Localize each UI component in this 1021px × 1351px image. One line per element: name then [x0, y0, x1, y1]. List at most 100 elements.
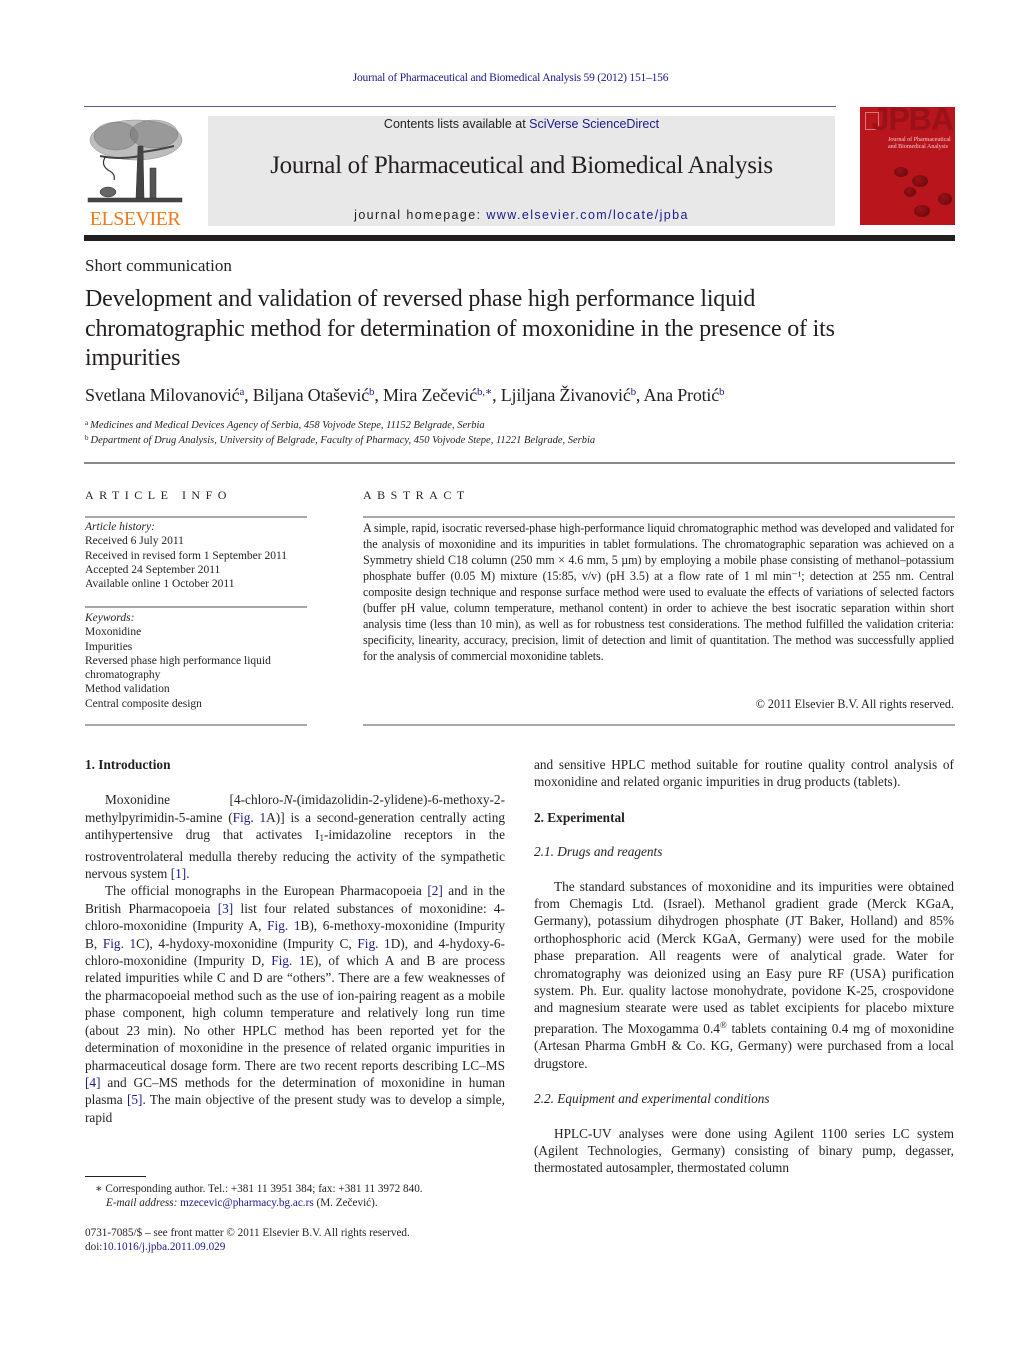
reference-link[interactable]: [3]	[218, 901, 234, 916]
keyword: Impurities	[85, 640, 133, 653]
author-separator: ,	[492, 385, 501, 405]
reference-link[interactable]: [1]	[171, 866, 187, 881]
figure-link[interactable]: Fig. 1	[103, 936, 136, 951]
email-suffix: (M. Zečević).	[313, 1197, 378, 1209]
front-matter-note: 0731-7085/$ – see front matter © 2011 El…	[85, 1227, 410, 1239]
author-affil-mark[interactable]: b,∗	[477, 386, 492, 398]
email-note: E-mail address: mzecevic@pharmacy.bg.ac.…	[85, 1196, 378, 1211]
article-info-bottom-rule	[85, 724, 307, 726]
text-run: The standard substances of moxonidine an…	[534, 878, 954, 1036]
text-run-italic: N	[283, 792, 293, 808]
text-run: . The main objective of the present stud…	[85, 1092, 505, 1125]
section-heading-introduction: 1. Introduction	[85, 757, 171, 772]
article-info-rule	[85, 516, 307, 518]
header-rule	[84, 106, 836, 107]
keyword: Method validation	[85, 683, 170, 696]
author: Ana Protićb	[644, 385, 725, 405]
paragraph: The official monographs in the European …	[85, 882, 505, 1126]
affiliation-text: Department of Drug Analysis, University …	[90, 435, 596, 446]
title-rule	[84, 462, 955, 464]
figure-link[interactable]: Fig. 1	[233, 810, 267, 825]
paragraph: The standard substances of moxonidine an…	[534, 878, 954, 1072]
author-name: Mira Zečević	[382, 385, 477, 405]
section-heading-experimental: 2. Experimental	[534, 809, 625, 825]
cover-tablet-icon	[904, 187, 916, 197]
homepage-prefix: journal homepage:	[354, 208, 487, 222]
publisher-logo[interactable]: ELSEVIER	[84, 116, 186, 230]
author-separator: ,	[374, 385, 383, 405]
article-history: Article history: Received 6 July 2011 Re…	[85, 520, 315, 591]
homepage-link[interactable]: www.elsevier.com/locate/jpba	[486, 208, 688, 222]
cover-subtitle: Journal of Pharmaceutical and Biomedical…	[888, 137, 951, 150]
author-name: Ljiljana Živanović	[500, 385, 631, 405]
keyword: Central composite design	[85, 697, 202, 710]
doi-link[interactable]: 10.1016/j.jpba.2011.09.029	[102, 1241, 225, 1253]
author: Svetlana Milovanovića,	[85, 385, 253, 405]
author-separator: ,	[244, 385, 253, 405]
author-name: Biljana Otašević	[252, 385, 370, 405]
cover-tablet-icon	[914, 205, 930, 217]
history-item: Received in revised form 1 September 201…	[85, 549, 288, 562]
subsection-heading-drugs: 2.1. Drugs and reagents	[534, 844, 663, 860]
body-column-left: 1. Introduction Moxonidine [4-chloro-N-(…	[85, 756, 505, 1126]
affiliation-mark: a	[85, 419, 89, 427]
abstract-heading: ABSTRACT	[363, 488, 470, 502]
text-run: C), 4-hydoxy-moxonidine (Impurity C,	[136, 935, 358, 951]
contents-prefix: Contents lists available at	[383, 117, 530, 131]
corresponding-author-note: ∗ Corresponding author. Tel.: +381 11 39…	[95, 1183, 423, 1195]
history-item: Accepted 24 September 2011	[85, 563, 221, 576]
reference-link[interactable]: [4]	[85, 1075, 101, 1090]
history-label: Article history:	[85, 521, 155, 533]
journal-cover-image[interactable]: JPBA Journal of Pharmaceutical and Biome…	[860, 107, 955, 225]
doi-note: doi:10.1016/j.jpba.2011.09.029	[85, 1240, 225, 1255]
reference-link[interactable]: [2]	[427, 883, 443, 898]
article-title: Development and validation of reversed p…	[85, 286, 835, 371]
figure-link[interactable]: Fig. 1	[267, 918, 300, 933]
history-item: Available online 1 October 2011	[85, 578, 235, 591]
author: Ljiljana Živanovićb,	[501, 385, 644, 405]
journal-citation[interactable]: Journal of Pharmaceutical and Biomedical…	[0, 72, 1021, 84]
author: Biljana Otaševićb,	[253, 385, 383, 405]
journal-banner: Contents lists available at SciVerse Sci…	[208, 116, 835, 226]
email-link[interactable]: mzecevic@pharmacy.bg.ac.rs	[180, 1197, 314, 1209]
affiliation: a Medicines and Medical Devices Agency of…	[85, 419, 485, 431]
keywords-rule	[85, 606, 307, 608]
homepage-line: journal homepage: www.elsevier.com/locat…	[208, 208, 835, 222]
abstract-copyright: © 2011 Elsevier B.V. All rights reserved…	[755, 697, 954, 711]
text-run: E), of which A and B are process related…	[85, 953, 506, 1073]
keywords: Keywords: Moxonidine Impurities Reversed…	[85, 611, 315, 711]
header-thick-rule	[84, 235, 955, 241]
text-run: Moxonidine [4-chloro-	[105, 792, 284, 808]
paragraph: Moxonidine [4-chloro-N-(imidazolidin-2-y…	[85, 791, 505, 882]
author-name: Svetlana Milovanović	[85, 385, 240, 405]
author-name: Ana Protić	[643, 385, 720, 405]
cover-title: JPBA	[871, 107, 954, 137]
body-column-right: and sensitive HPLC method suitable for r…	[534, 756, 954, 1177]
abstract-bottom-rule	[363, 724, 955, 726]
affiliation-text: Medicines and Medical Devices Agency of …	[90, 420, 485, 431]
abstract-text: A simple, rapid, isocratic reversed-phas…	[363, 521, 954, 663]
keyword: Reversed phase high performance liquid c…	[85, 654, 271, 682]
affiliation: b Department of Drug Analysis, University…	[85, 434, 595, 446]
author-list: Svetlana Milovanovića, Biljana Otaševićb…	[85, 385, 725, 406]
elsevier-wordmark: ELSEVIER	[89, 208, 181, 230]
keywords-label: Keywords:	[85, 612, 135, 624]
contents-line: Contents lists available at SciVerse Sci…	[208, 117, 835, 131]
history-item: Received 6 July 2011	[85, 535, 184, 548]
cover-tablet-icon	[938, 193, 952, 205]
author-affil-mark[interactable]: b	[719, 386, 725, 398]
registered-mark: ®	[719, 1019, 727, 1030]
text-run: .	[186, 866, 190, 882]
footnote-rule	[85, 1176, 146, 1177]
text-run: The official monographs in the European …	[105, 883, 428, 899]
author-separator: ,	[635, 385, 644, 405]
abstract-rule	[363, 516, 955, 518]
sciencedirect-link[interactable]: SciVerse ScienceDirect	[529, 117, 659, 131]
doi-prefix: doi:	[85, 1241, 103, 1253]
figure-link[interactable]: Fig. 1	[357, 936, 390, 951]
cover-tablet-icon	[912, 175, 928, 187]
figure-link[interactable]: Fig. 1	[271, 953, 306, 968]
keyword: Moxonidine	[85, 626, 142, 639]
author: Mira Zečevićb,∗,	[383, 385, 501, 405]
reference-link[interactable]: [5]	[127, 1092, 143, 1107]
